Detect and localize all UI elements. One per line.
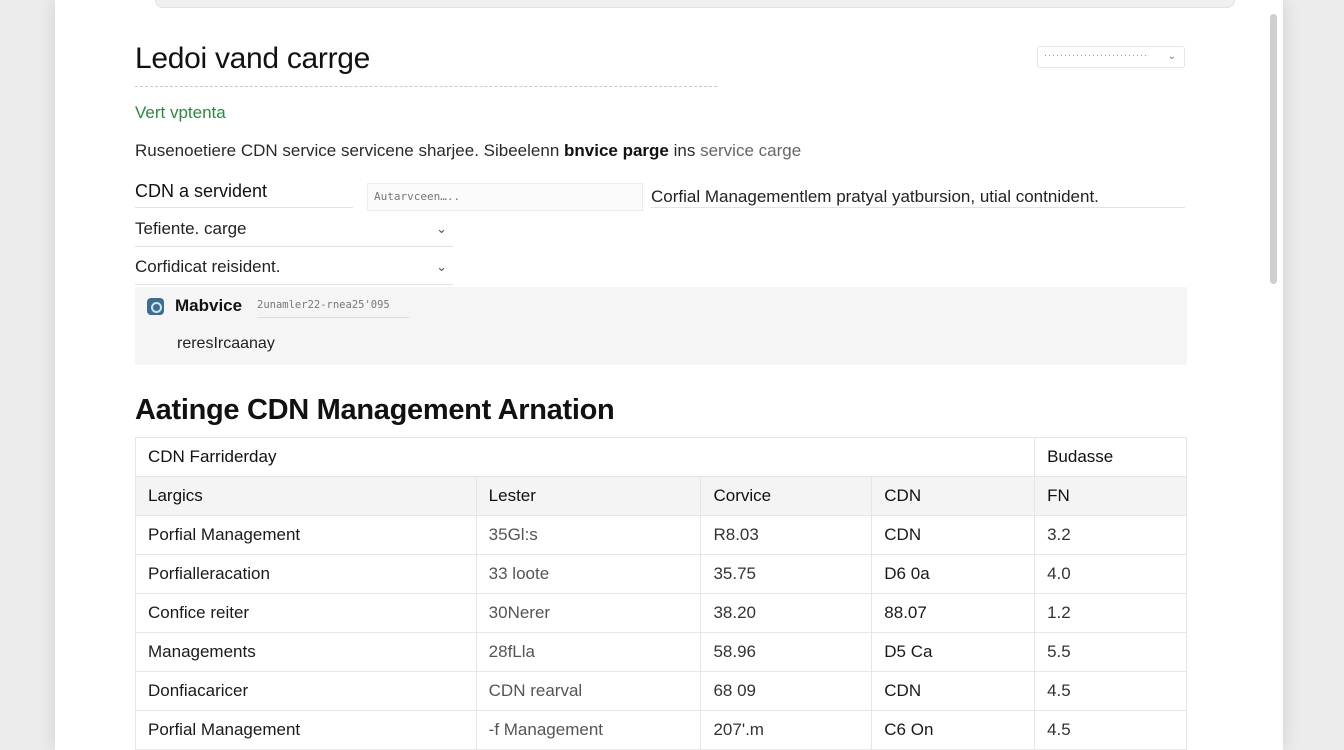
table-cell: D5 Ca (871, 632, 1036, 672)
table-cell: CDN (871, 515, 1036, 555)
description-emphasis: bnvice parge (564, 141, 669, 160)
table-row[interactable]: Managements 28fLla 58.96 D5 Ca 5.5 (135, 632, 1187, 672)
table-cell: C6 On (871, 710, 1036, 750)
chevron-down-icon: ⌄ (1167, 51, 1176, 62)
scrollbar[interactable] (1269, 14, 1277, 744)
notice-panel: Mabvice 2unamler22-rnea25'095 reresIrcaa… (135, 287, 1187, 365)
description-text: Rusenoetiere CDN service servicene sharj… (135, 141, 564, 160)
table-cell: -f Management (475, 710, 702, 750)
table-cell: Confice reiter (135, 593, 477, 633)
table-row[interactable]: Porfial Management -f Management 207'.m … (135, 710, 1187, 750)
table-cell: Porfial Management (135, 515, 477, 555)
app-window: Ledoi vand carrge ······················… (55, 0, 1283, 750)
table-row[interactable]: Confice reiter 30Nerer 38.20 88.07 1.2 (135, 593, 1187, 633)
table-cell: 4.5 (1034, 710, 1187, 750)
page-subtitle: Vert vptenta (135, 103, 226, 122)
service-icon (147, 298, 164, 315)
table-cell: Managements (135, 632, 477, 672)
title-divider (135, 86, 717, 87)
table-cell: 5.5 (1034, 632, 1187, 672)
scrollbar-thumb[interactable] (1270, 14, 1277, 284)
column-header[interactable]: CDN (871, 476, 1036, 516)
table-cell: Donfiacaricer (135, 671, 477, 711)
table-cell: CDN (871, 671, 1036, 711)
table-row[interactable]: Donfiacaricer CDN rearval 68 09 CDN 4.5 (135, 671, 1187, 711)
cdn-input[interactable]: Autarvceen….. (367, 183, 643, 211)
column-header[interactable]: Lester (475, 476, 702, 516)
table-cell: 30Nerer (475, 593, 702, 633)
dropdown-charge[interactable]: Tefiente. carge ⌄ (135, 219, 453, 247)
table-row[interactable]: Porfialleracation 33 loote 35.75 D6 0a 4… (135, 554, 1187, 594)
column-header[interactable]: Corvice (700, 476, 873, 516)
table-cell: R8.03 (700, 515, 873, 555)
table-cell: 33 loote (475, 554, 702, 594)
table-cell: 35Gl:s (475, 515, 702, 555)
table-cell: 1.2 (1034, 593, 1187, 633)
table-cell: 4.5 (1034, 671, 1187, 711)
group-header-right: Budasse (1034, 437, 1187, 477)
table-cell: CDN rearval (475, 671, 702, 711)
top-select-placeholder: ·························· (1044, 50, 1148, 60)
dropdown-resident-label: Corfidicat reisident. (135, 257, 281, 276)
section-title: Aatinge CDN Management Arnation (135, 394, 615, 426)
table-cell: D6 0a (871, 554, 1036, 594)
column-header[interactable]: FN (1034, 476, 1187, 516)
table-cell: 207'.m (700, 710, 873, 750)
table-row[interactable]: Porfial Management 35Gl:s R8.03 CDN 3.2 (135, 515, 1187, 555)
top-bar (155, 0, 1235, 8)
table-group-header: CDN Farriderday Budasse (134, 437, 1187, 477)
table-cell: 3.2 (1034, 515, 1187, 555)
table-header-row: Largics Lester Corvice CDN FN (135, 476, 1187, 516)
page-description: Rusenoetiere CDN service servicene sharj… (135, 141, 801, 161)
page-title: Ledoi vand carrge (135, 42, 371, 75)
dropdown-resident[interactable]: Corfidicat reisident. ⌄ (135, 257, 453, 285)
table-cell: 28fLla (475, 632, 702, 672)
chevron-down-icon: ⌄ (436, 221, 447, 236)
table-cell: 68 09 (700, 671, 873, 711)
cdn-field-label: CDN a servident (135, 181, 353, 208)
notice-name: Mabvice (175, 296, 243, 315)
table-cell: Porfial Management (135, 710, 477, 750)
table-cell: 88.07 (871, 593, 1036, 633)
table-cell: 58.96 (700, 632, 873, 672)
group-header-left: CDN Farriderday (134, 437, 1036, 477)
chevron-down-icon: ⌄ (436, 259, 447, 274)
table-cell: 4.0 (1034, 554, 1187, 594)
dropdown-charge-label: Tefiente. carge (135, 219, 247, 238)
table-cell: 38.20 (700, 593, 873, 633)
cdn-field-note: Corfial Managementlem pratyal yatbursion… (651, 187, 1185, 208)
description-muted: service carge (700, 141, 802, 160)
top-select[interactable]: ·························· ⌄ (1037, 46, 1185, 68)
table-cell: 35.75 (700, 554, 873, 594)
notice-body: reresIrcaanay (177, 335, 275, 352)
description-text-2: ins (668, 141, 701, 160)
table-cell: Porfialleracation (135, 554, 477, 594)
cdn-table: CDN Farriderday Budasse Largics Lester C… (134, 437, 1187, 750)
column-header[interactable]: Largics (135, 476, 477, 516)
notice-timestamp: 2unamler22-rnea25'095 (257, 299, 409, 318)
